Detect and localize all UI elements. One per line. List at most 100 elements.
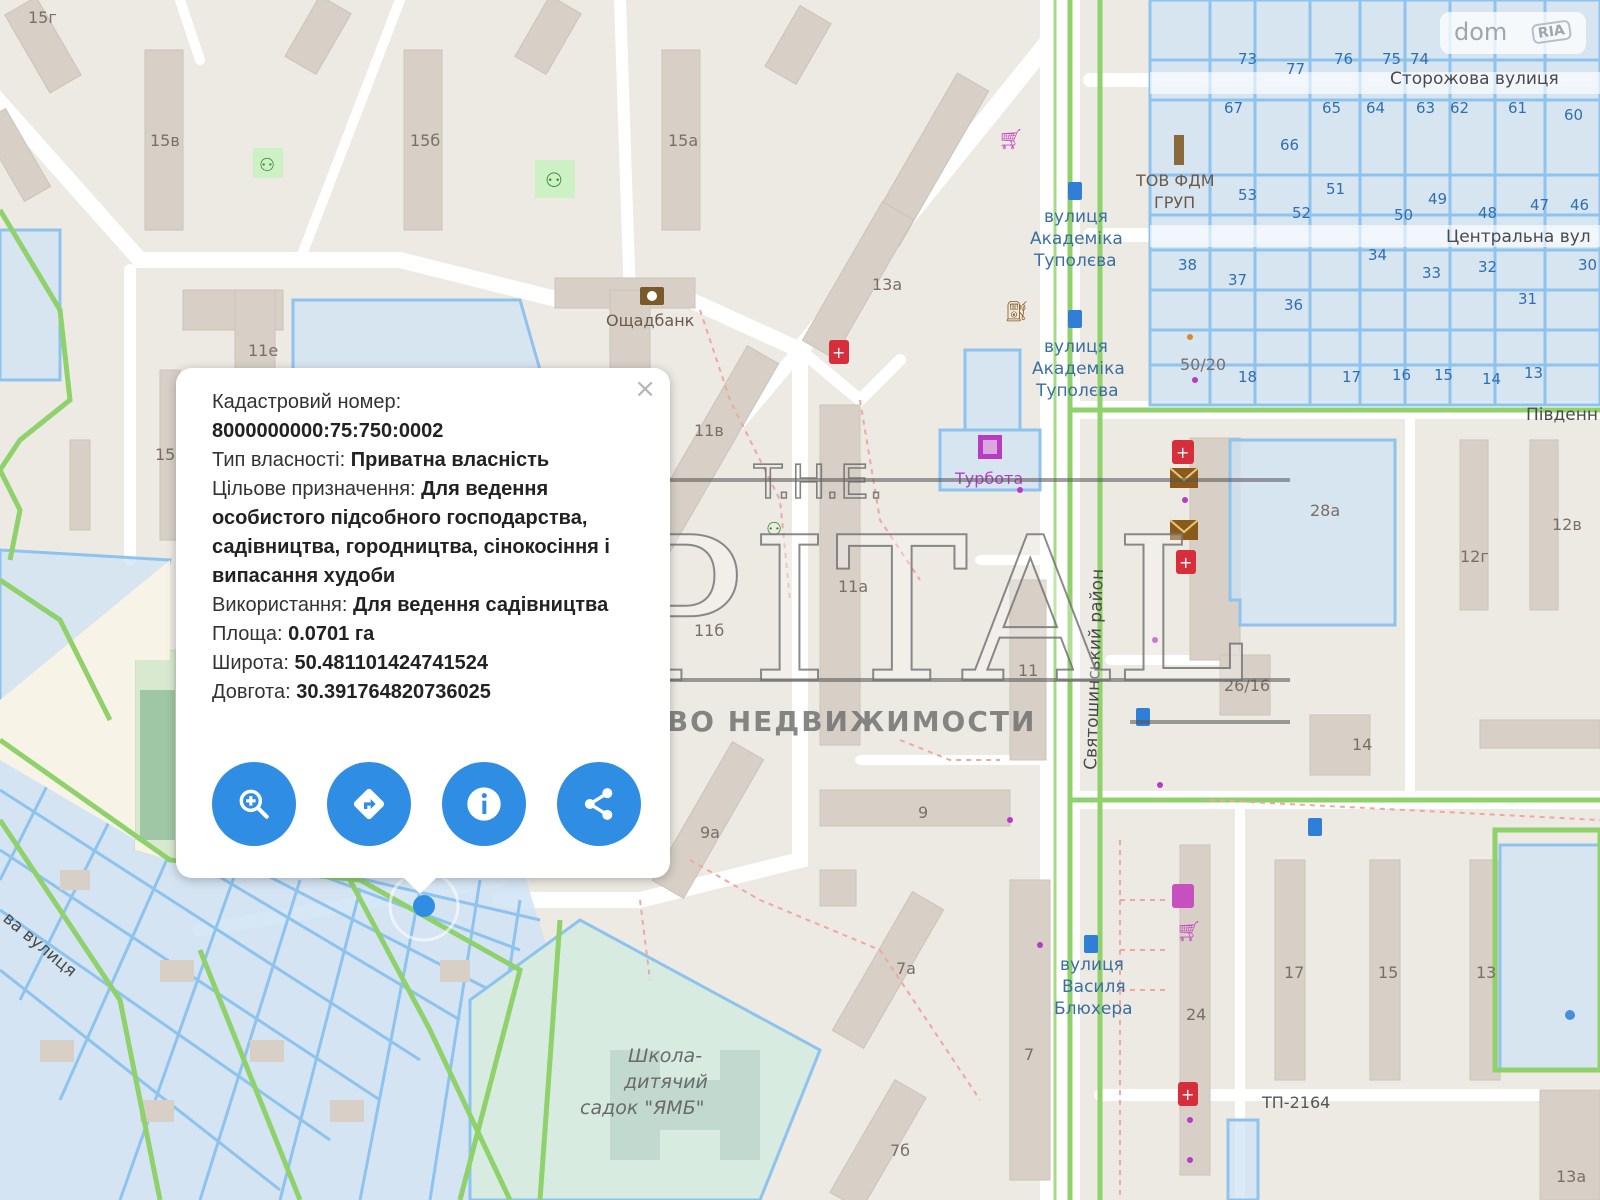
logo-dom-text: dom: [1454, 18, 1508, 46]
svg-text:62: 62: [1450, 99, 1469, 117]
svg-text:15: 15: [1434, 366, 1453, 384]
latitude-value: 50.481101424741524: [294, 652, 489, 674]
svg-text:75: 75: [1382, 50, 1401, 68]
svg-text:53: 53: [1238, 186, 1257, 204]
svg-text:63: 63: [1416, 99, 1435, 117]
svg-text:Василя: Василя: [1062, 977, 1126, 997]
svg-text:Академіка: Академіка: [1030, 229, 1123, 249]
share-button[interactable]: [557, 762, 641, 846]
svg-text:7: 7: [1024, 1045, 1034, 1064]
svg-text:33: 33: [1422, 264, 1441, 282]
svg-text:+: +: [832, 343, 845, 362]
domria-logo: dom RIA: [1440, 12, 1586, 54]
longitude-label: Довгота:: [212, 681, 291, 703]
svg-text:+: +: [1181, 1085, 1194, 1104]
cadastral-label: Кадастровий номер:: [212, 391, 402, 413]
poi-tp: ТП-2164: [1261, 1093, 1330, 1112]
svg-text:12в: 12в: [1552, 515, 1582, 534]
svg-text:11е: 11е: [248, 341, 278, 360]
svg-text:7а: 7а: [896, 959, 916, 978]
ownership-value: Приватна власність: [350, 449, 550, 471]
playground-icon: ⚇: [766, 519, 782, 540]
svg-text:32: 32: [1478, 258, 1497, 276]
svg-text:13: 13: [1476, 963, 1496, 982]
bus-stop-icon: [1308, 818, 1322, 836]
svg-text:15в: 15в: [150, 131, 180, 150]
svg-text:76: 76: [1334, 50, 1353, 68]
svg-text:вулиця: вулиця: [1044, 337, 1108, 357]
monument-icon: [1174, 135, 1184, 165]
poi-school-line1: Школа-: [628, 1045, 702, 1067]
longitude-value: 30.391764820736025: [296, 681, 491, 703]
zoom-in-icon: [239, 789, 269, 819]
svg-text:65: 65: [1322, 99, 1341, 117]
svg-text:15г: 15г: [28, 8, 57, 27]
svg-text:66: 66: [1280, 136, 1299, 154]
share-icon: [584, 788, 613, 820]
street-storozhova: Сторожова вулиця: [1390, 69, 1559, 89]
logo-ria-text: RIA: [1530, 19, 1573, 45]
svg-text:51: 51: [1326, 180, 1345, 198]
svg-text:36: 36: [1284, 296, 1303, 314]
svg-text:вулиця: вулиця: [1044, 207, 1108, 227]
svg-text:31: 31: [1518, 290, 1537, 308]
pharmacy-icon: +: [829, 340, 849, 364]
svg-text:26/16: 26/16: [1224, 676, 1270, 695]
playground-icon: ⚇: [253, 148, 283, 178]
svg-text:17: 17: [1342, 368, 1361, 386]
bus-stop-icon: [1068, 310, 1082, 328]
gas-icon: ⛽︎: [1004, 299, 1029, 323]
street-tsentralna: Центральна вул: [1446, 227, 1591, 247]
poi-school-line3: садок "ЯМБ": [580, 1097, 704, 1119]
post-office-icon: [1169, 467, 1199, 488]
svg-text:14: 14: [1482, 370, 1501, 388]
svg-text:Туполєва: Туполєва: [1033, 251, 1117, 271]
ownership-label: Тип власності:: [212, 449, 346, 471]
info-button[interactable]: [442, 762, 526, 846]
svg-text:14: 14: [1352, 735, 1372, 754]
pharmacy-icon: +: [1172, 440, 1194, 464]
svg-text:9а: 9а: [700, 823, 720, 842]
shopping-cart-icon: 🛒︎: [998, 127, 1023, 151]
poi-marker-orange: [1187, 334, 1193, 340]
usage-value: Для ведення садівництва: [353, 594, 609, 616]
svg-text:13: 13: [1524, 364, 1543, 382]
svg-text:17: 17: [1284, 963, 1304, 982]
svg-text:67: 67: [1224, 99, 1243, 117]
svg-text:+: +: [1176, 443, 1189, 462]
pool-marker: [1565, 1010, 1575, 1020]
svg-text:37: 37: [1228, 271, 1247, 289]
poi-turbota: Турбота: [954, 469, 1023, 488]
area-label: Площа:: [212, 623, 283, 645]
directions-button[interactable]: [327, 762, 411, 846]
svg-text:28а: 28а: [1310, 501, 1340, 520]
popup-tail: [404, 878, 436, 894]
directions-icon: [353, 788, 385, 820]
svg-text:74: 74: [1410, 50, 1429, 68]
svg-text:34: 34: [1368, 246, 1387, 264]
svg-text:46: 46: [1570, 196, 1589, 214]
svg-text:⛽︎: ⛽︎: [1004, 299, 1029, 323]
bus-stop-icon: [1084, 935, 1098, 953]
post-office-icon: [1169, 519, 1199, 540]
svg-text:11а: 11а: [838, 577, 868, 596]
zoom-button[interactable]: [212, 762, 296, 846]
poi-school-line2: дитячий: [623, 1071, 708, 1093]
svg-text:52: 52: [1292, 204, 1311, 222]
shopping-cart-icon: 🛒︎: [1176, 919, 1201, 943]
parcel-info-popup: × Кадастровий номер: 8000000000:75:750:0…: [176, 368, 670, 894]
svg-text:15а: 15а: [668, 131, 698, 150]
svg-text:64: 64: [1366, 99, 1385, 117]
bus-stop-icon: [1136, 708, 1150, 726]
location-marker[interactable]: [413, 895, 435, 917]
purpose-label: Цільове призначення:: [212, 478, 416, 500]
svg-text:15: 15: [155, 445, 175, 464]
svg-text:вулиця: вулиця: [1060, 955, 1124, 975]
info-icon: [467, 787, 501, 821]
svg-text:38: 38: [1178, 256, 1197, 274]
svg-text:7б: 7б: [890, 1141, 910, 1160]
svg-text:77: 77: [1286, 60, 1305, 78]
area-value: 0.0701 га: [288, 623, 375, 645]
svg-text:⚇: ⚇: [545, 168, 563, 192]
bus-stop-icon: [1068, 182, 1082, 200]
